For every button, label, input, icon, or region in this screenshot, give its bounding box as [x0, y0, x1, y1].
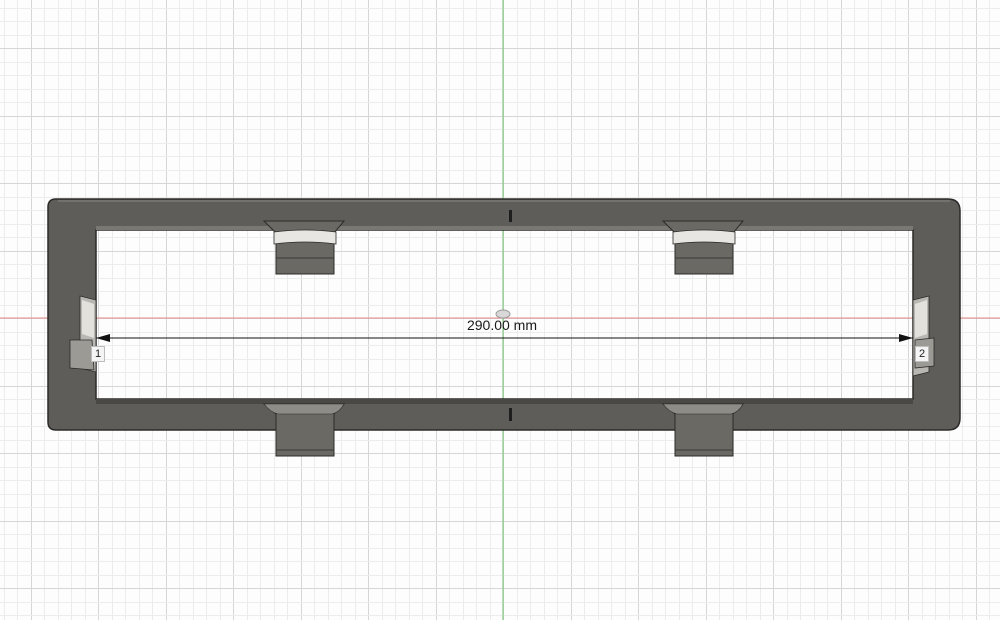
dimension-label[interactable]: 290.00 mm [440, 316, 564, 334]
dimension-arrow-right [899, 334, 913, 342]
inner-ledge-bottom [96, 399, 913, 404]
bottom-clip-left[interactable] [262, 403, 346, 457]
inner-ledge-top [96, 226, 913, 230]
top-clip-right[interactable] [661, 220, 745, 275]
point-2-marker[interactable]: 2 [915, 346, 929, 362]
point-1-marker[interactable]: 1 [91, 346, 105, 362]
dimension-annotation[interactable] [96, 334, 913, 342]
center-notch-bottom [509, 408, 512, 421]
design-canvas[interactable]: 290.00 mm 1 2 [0, 0, 1000, 620]
bottom-clip-right[interactable] [661, 403, 745, 457]
center-notch-top [509, 210, 512, 222]
canvas-svg[interactable] [0, 0, 1000, 620]
top-clip-left[interactable] [262, 220, 346, 275]
